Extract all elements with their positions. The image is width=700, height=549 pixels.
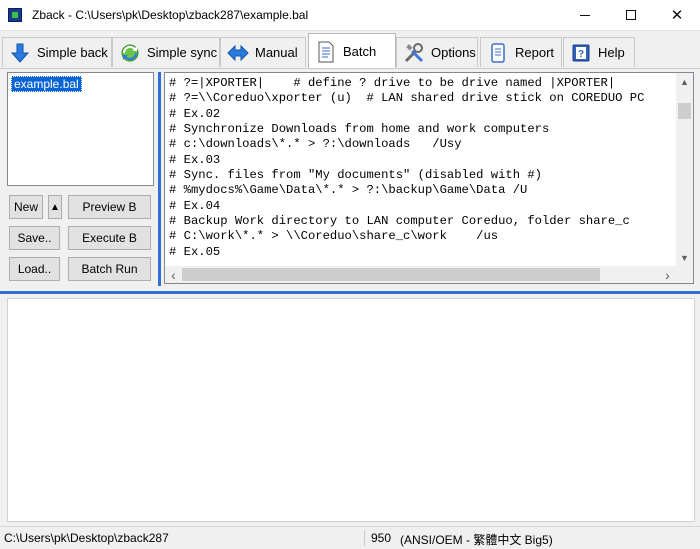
tab-bar: Simple back Simple sync Manual Batch Opt… (0, 31, 700, 69)
status-count: 950 (371, 531, 392, 545)
list-item[interactable]: example.bal (11, 76, 82, 92)
batch-run-button[interactable]: Batch Run (68, 257, 151, 281)
move-up-button[interactable]: ▲ (48, 195, 62, 219)
scroll-icon (487, 42, 509, 64)
app-icon (8, 8, 22, 22)
scroll-left-icon[interactable]: ‹ (165, 266, 182, 283)
horizontal-splitter[interactable] (0, 291, 700, 294)
status-divider (364, 530, 365, 546)
tab-label: Batch (343, 44, 377, 59)
document-icon (315, 41, 337, 63)
editor-line: # %mydocs%\Game\Data\*.* > ?:\backup\Gam… (169, 183, 528, 197)
tab-batch[interactable]: Batch (308, 33, 396, 69)
batch-editor[interactable]: # ?=|XPORTER| # define ? drive to be dri… (164, 72, 694, 284)
tab-label: Simple back (37, 45, 108, 60)
save-button[interactable]: Save.. (9, 226, 60, 250)
horizontal-scrollbar[interactable]: ‹ › (165, 266, 676, 283)
scroll-up-icon[interactable]: ▲ (676, 73, 693, 90)
scroll-down-icon[interactable]: ▼ (676, 249, 693, 266)
editor-line: # c:\downloads\*.* > ?:\downloads /Usy (169, 137, 462, 151)
output-panel[interactable] (7, 298, 695, 522)
minimize-button[interactable] (562, 0, 608, 30)
tab-help[interactable]: ? Help (563, 37, 635, 67)
tools-icon (403, 42, 425, 64)
tab-divider (0, 68, 700, 69)
editor-line: # Ex.05 (169, 245, 221, 259)
editor-line: # ?=|XPORTER| # define ? drive to be dri… (169, 76, 616, 90)
tab-simple-sync[interactable]: Simple sync (112, 37, 220, 67)
left-right-arrow-icon (227, 42, 249, 64)
scroll-corner (676, 266, 693, 283)
editor-line: # Ex.02 (169, 107, 221, 121)
download-arrow-icon (9, 42, 31, 64)
status-path: C:\Users\pk\Desktop\zback287 (4, 531, 169, 545)
vertical-scroll-thumb[interactable] (678, 103, 691, 119)
close-icon: ✕ (670, 7, 684, 24)
maximize-button[interactable] (608, 0, 654, 30)
status-encoding: (ANSI/OEM - 繁體中文 Big5) (400, 533, 553, 547)
tab-label: Options (431, 45, 476, 60)
vertical-splitter[interactable] (158, 72, 161, 286)
vertical-scrollbar[interactable]: ▲ ▼ (676, 73, 693, 266)
tab-label: Manual (255, 45, 298, 60)
tab-report[interactable]: Report (480, 37, 562, 67)
editor-line: # Ex.03 (169, 153, 221, 167)
title-bar: Zback - C:\Users\pk\Desktop\zback287\exa… (0, 0, 700, 31)
window-title: Zback - C:\Users\pk\Desktop\zback287\exa… (32, 8, 309, 22)
tab-label: Simple sync (147, 45, 218, 60)
status-bar: C:\Users\pk\Desktop\zback287 950 (ANSI/O… (0, 526, 700, 549)
sync-icon (119, 42, 141, 64)
tab-options[interactable]: Options (396, 37, 478, 67)
preview-button[interactable]: Preview B (68, 195, 151, 219)
svg-text:?: ? (578, 49, 584, 60)
editor-line: # ?=\\Coreduo\xporter (u) # LAN shared d… (169, 91, 645, 105)
tab-label: Help (598, 45, 625, 60)
new-button[interactable]: New (9, 195, 43, 219)
scroll-right-icon[interactable]: › (659, 266, 676, 283)
load-button[interactable]: Load.. (9, 257, 60, 281)
execute-button[interactable]: Execute B (68, 226, 151, 250)
help-book-icon: ? (570, 42, 592, 64)
horizontal-scroll-thumb[interactable] (182, 268, 600, 281)
editor-line: # Sync. files from "My documents" (disab… (169, 168, 542, 182)
tab-simple-back[interactable]: Simple back (2, 37, 112, 67)
batch-file-list[interactable]: example.bal (7, 72, 154, 186)
close-button[interactable]: ✕ (654, 0, 700, 30)
editor-line: # Backup Work directory to LAN computer … (169, 214, 630, 228)
tab-manual[interactable]: Manual (220, 37, 306, 67)
editor-line: # Synchronize Downloads from home and wo… (169, 122, 550, 136)
editor-line: # C:\work\*.* > \\Coreduo\share_c\work /… (169, 229, 499, 243)
tab-label: Report (515, 45, 555, 60)
editor-line: # Ex.04 (169, 199, 221, 213)
